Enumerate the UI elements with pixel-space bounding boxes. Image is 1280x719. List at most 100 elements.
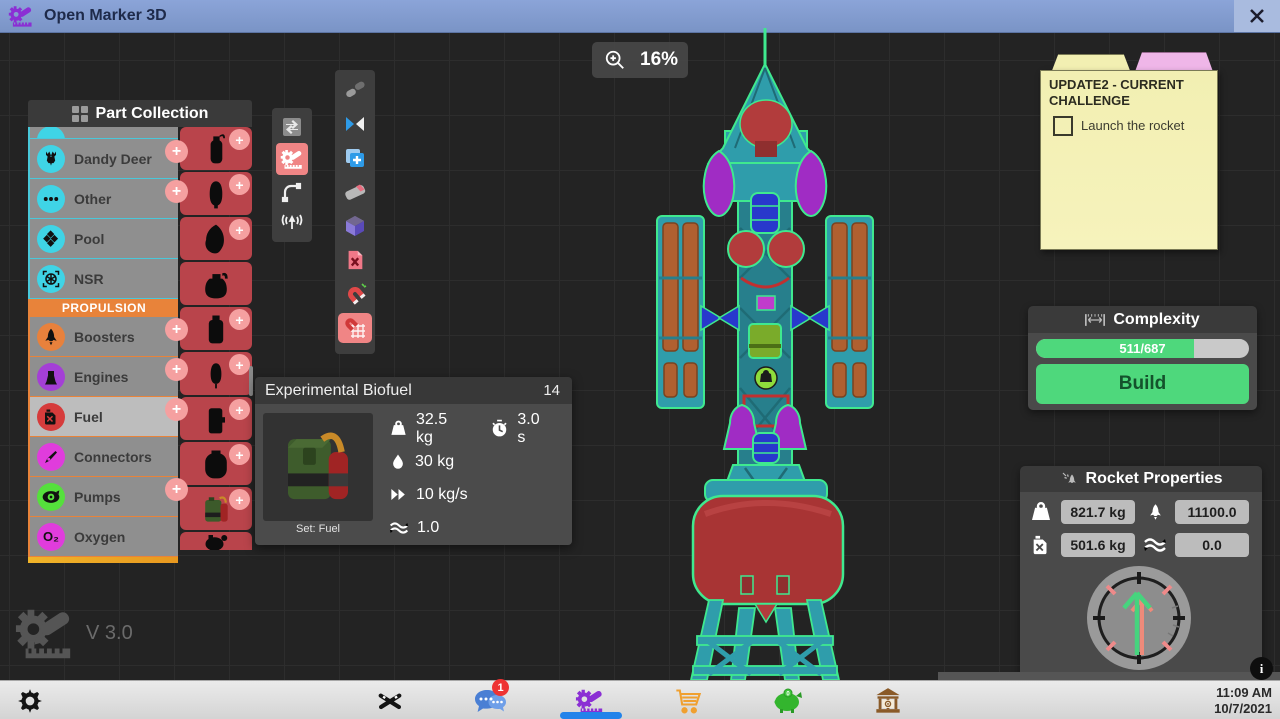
rocket-properties-panel: Rocket Properties 821.7 kg 11100.0 501.6…	[1020, 466, 1262, 680]
settings-button[interactable]	[8, 684, 52, 717]
list-footer-bar	[28, 557, 178, 563]
part-tile-small-capsule[interactable]: +	[180, 352, 252, 395]
total-mass-value: 821.7 kg	[1061, 500, 1135, 524]
sticky-note[interactable]: UPDATE2 - CURRENT CHALLENGE Launch the r…	[1040, 70, 1218, 250]
build-button[interactable]: Build	[1036, 364, 1249, 404]
fuel-mass-value: 501.6 kg	[1061, 533, 1135, 557]
category-item-other[interactable]: Other +	[28, 179, 178, 219]
part-tile-pump[interactable]	[180, 532, 252, 550]
add-part-button[interactable]: +	[229, 444, 250, 465]
add-part-button[interactable]: +	[229, 174, 250, 195]
swap-mode-button[interactable]	[276, 113, 308, 141]
pool-icon	[37, 225, 65, 253]
tooltip-part-count: 14	[543, 382, 560, 399]
flow-value: 0.0	[1175, 533, 1249, 557]
part-tile-extinguisher[interactable]: +	[180, 127, 252, 170]
complexity-progress-bar: 511/687	[1036, 339, 1249, 358]
close-icon	[1249, 8, 1265, 24]
nsr-icon	[37, 265, 65, 293]
category-item-nsr[interactable]: NSR	[28, 259, 178, 299]
bank-building-icon	[873, 687, 903, 715]
marker-tool-icon	[280, 147, 304, 171]
stat-fuel-amount: 30 kg	[389, 445, 566, 478]
marker-tool-button[interactable]	[276, 143, 308, 175]
info-button[interactable]: i	[1250, 657, 1273, 680]
add-part-button[interactable]: +	[229, 354, 250, 375]
bank-button[interactable]	[866, 684, 910, 717]
add-part-button[interactable]: +	[165, 358, 188, 381]
oxygen-icon: O₂	[37, 523, 65, 551]
category-item-connectors[interactable]: Connectors	[28, 437, 178, 477]
add-part-button[interactable]: +	[165, 478, 188, 501]
add-part-button[interactable]: +	[165, 180, 188, 203]
add-part-button[interactable]: +	[165, 140, 188, 163]
cube-button[interactable]	[338, 211, 372, 241]
pipe-tool-button[interactable]	[276, 177, 308, 205]
timer-icon	[490, 419, 509, 438]
add-part-button[interactable]: +	[229, 309, 250, 330]
snap-grid-button[interactable]	[338, 313, 372, 343]
duplicate-button[interactable]	[338, 143, 372, 173]
add-part-button[interactable]: +	[229, 399, 250, 420]
part-tile-experimental-biofuel[interactable]: +	[180, 487, 252, 530]
add-part-button[interactable]: +	[229, 489, 250, 510]
mirror-button[interactable]	[338, 109, 372, 139]
add-part-button[interactable]: +	[165, 398, 188, 421]
propulsion-section-header: PROPULSION	[28, 299, 178, 317]
part-collection-header[interactable]: Part Collection	[28, 100, 252, 127]
connector-pen-button[interactable]	[338, 75, 372, 105]
category-item-oxygen[interactable]: O₂ Oxygen	[28, 517, 178, 557]
collection-grid-icon	[72, 106, 88, 122]
part-tile-capsule[interactable]: +	[180, 172, 252, 215]
magnet-button[interactable]	[338, 279, 372, 309]
add-part-button[interactable]: +	[229, 219, 250, 240]
mini-toolbar	[272, 108, 312, 242]
category-item-boosters[interactable]: Boosters +	[28, 317, 178, 357]
zoom-indicator: 16%	[592, 42, 688, 78]
flow-rate-icon	[389, 485, 408, 504]
close-button[interactable]	[1234, 0, 1280, 32]
category-item-pumps[interactable]: Pumps +	[28, 477, 178, 517]
complexity-title: Complexity	[1113, 311, 1199, 329]
category-item-dandy-deer[interactable]: Dandy Deer +	[28, 139, 178, 179]
clock-time: 11:09 AM	[1214, 685, 1272, 701]
category-item-fuel[interactable]: Fuel +	[28, 397, 178, 437]
properties-stats-icon	[1060, 470, 1078, 488]
signal-tool-button[interactable]	[276, 207, 308, 235]
delete-part-button[interactable]	[338, 245, 372, 275]
eraser-button[interactable]	[338, 177, 372, 207]
part-tile-fuel-cell[interactable]: +	[180, 397, 252, 440]
savings-button[interactable]: 0	[766, 684, 810, 717]
part-preview-image	[263, 413, 373, 521]
shop-button[interactable]	[666, 684, 710, 717]
add-part-button[interactable]: +	[165, 318, 188, 341]
task-checkbox[interactable]	[1053, 116, 1073, 136]
tiles-scrollbar[interactable]	[249, 366, 253, 396]
rocket-model[interactable]	[605, 28, 925, 683]
part-tile-jug[interactable]	[180, 262, 252, 305]
booster-icon	[37, 323, 65, 351]
game-window: Open Marker 3D	[0, 0, 1280, 719]
category-item-partial[interactable]	[28, 127, 178, 139]
weight-icon	[389, 419, 408, 438]
main-toolbar	[335, 70, 375, 354]
canvas-horizontal-scrollbar[interactable]	[938, 672, 1280, 680]
chat-button[interactable]: 1	[468, 684, 512, 717]
gear-icon	[17, 688, 43, 714]
zoom-magnifier-icon	[604, 49, 626, 71]
part-tile-teardrop[interactable]: +	[180, 217, 252, 260]
orientation-compass[interactable]	[1084, 562, 1194, 674]
shopping-cart-icon	[673, 687, 703, 715]
note-title: UPDATE2 - CURRENT CHALLENGE	[1049, 77, 1209, 110]
part-tile-round-tank[interactable]: +	[180, 442, 252, 485]
part-tile-canister[interactable]: +	[180, 307, 252, 350]
category-item-engines[interactable]: Engines +	[28, 357, 178, 397]
part-set-label: Set: Fuel	[263, 523, 373, 535]
category-item-pool[interactable]: Pool	[28, 219, 178, 259]
battle-mode-button[interactable]	[368, 684, 412, 717]
thrust-value: 11100.0	[1175, 500, 1249, 524]
add-part-button[interactable]: +	[229, 129, 250, 150]
version-label: V 3.0	[86, 622, 133, 645]
thrust-rocket-icon	[1140, 501, 1170, 523]
tooltip-part-name: Experimental Biofuel	[265, 382, 543, 400]
